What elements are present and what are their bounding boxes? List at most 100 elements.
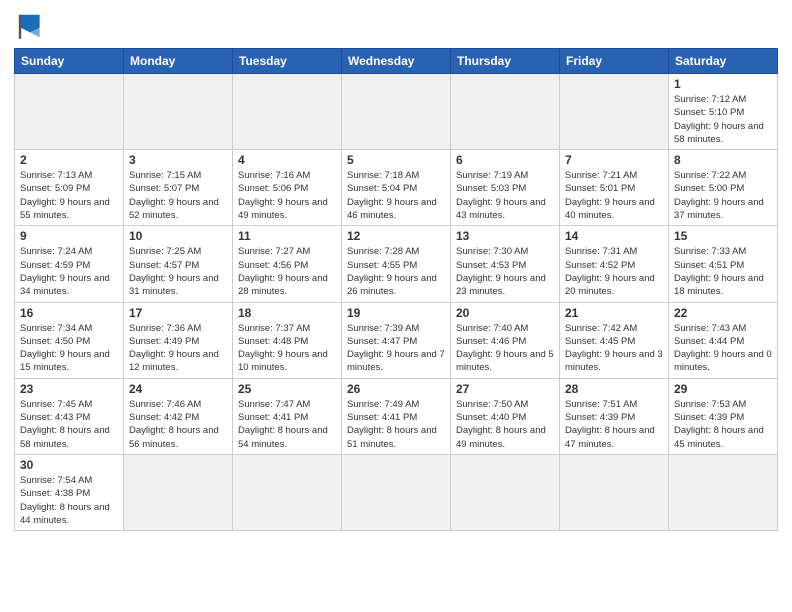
calendar-cell: 3 Sunrise: 7:15 AM Sunset: 5:07 PM Daylig… (124, 150, 233, 226)
calendar-cell: 1 Sunrise: 7:12 AM Sunset: 5:10 PM Daylig… (669, 74, 778, 150)
day-info: Sunrise: 7:42 AM Sunset: 4:45 PM Dayligh… (565, 322, 663, 375)
day-info: Sunrise: 7:18 AM Sunset: 5:04 PM Dayligh… (347, 169, 445, 222)
day-number: 3 (129, 153, 227, 167)
calendar-cell (560, 74, 669, 150)
day-info: Sunrise: 7:13 AM Sunset: 5:09 PM Dayligh… (20, 169, 118, 222)
calendar-cell: 18 Sunrise: 7:37 AM Sunset: 4:48 PM Dayli… (233, 302, 342, 378)
calendar-cell: 29 Sunrise: 7:53 AM Sunset: 4:39 PM Dayli… (669, 378, 778, 454)
calendar-cell: 6Sunrise: 7:19 AM Sunset: 5:03 PM Daylig… (451, 150, 560, 226)
calendar-cell (669, 454, 778, 530)
weekday-header-row: SundayMondayTuesdayWednesdayThursdayFrid… (15, 49, 778, 74)
calendar-cell: 22 Sunrise: 7:43 AM Sunset: 4:44 PM Dayli… (669, 302, 778, 378)
day-info: Sunrise: 7:34 AM Sunset: 4:50 PM Dayligh… (20, 322, 118, 375)
day-number: 27 (456, 382, 554, 396)
week-row-1: 2 Sunrise: 7:13 AM Sunset: 5:09 PM Daylig… (15, 150, 778, 226)
calendar-cell (15, 74, 124, 150)
week-row-3: 16Sunrise: 7:34 AM Sunset: 4:50 PM Dayli… (15, 302, 778, 378)
day-info: Sunrise: 7:28 AM Sunset: 4:55 PM Dayligh… (347, 245, 445, 298)
calendar-table: SundayMondayTuesdayWednesdayThursdayFrid… (14, 48, 778, 531)
day-info: Sunrise: 7:33 AM Sunset: 4:51 PM Dayligh… (674, 245, 772, 298)
day-info: Sunrise: 7:45 AM Sunset: 4:43 PM Dayligh… (20, 398, 118, 451)
day-info: Sunrise: 7:51 AM Sunset: 4:39 PM Dayligh… (565, 398, 663, 451)
day-number: 4 (238, 153, 336, 167)
calendar-cell: 23 Sunrise: 7:45 AM Sunset: 4:43 PM Dayli… (15, 378, 124, 454)
calendar-cell (233, 454, 342, 530)
calendar-cell: 27 Sunrise: 7:50 AM Sunset: 4:40 PM Dayli… (451, 378, 560, 454)
day-number: 13 (456, 229, 554, 243)
day-number: 19 (347, 306, 445, 320)
day-info: Sunrise: 7:24 AM Sunset: 4:59 PM Dayligh… (20, 245, 118, 298)
day-number: 7 (565, 153, 663, 167)
day-info: Sunrise: 7:15 AM Sunset: 5:07 PM Dayligh… (129, 169, 227, 222)
day-number: 22 (674, 306, 772, 320)
day-number: 20 (456, 306, 554, 320)
weekday-header-sunday: Sunday (15, 49, 124, 74)
calendar-cell: 19 Sunrise: 7:39 AM Sunset: 4:47 PM Dayli… (342, 302, 451, 378)
day-info: Sunrise: 7:16 AM Sunset: 5:06 PM Dayligh… (238, 169, 336, 222)
calendar-cell: 5 Sunrise: 7:18 AM Sunset: 5:04 PM Daylig… (342, 150, 451, 226)
calendar-cell: 10Sunrise: 7:25 AM Sunset: 4:57 PM Dayli… (124, 226, 233, 302)
day-number: 14 (565, 229, 663, 243)
logo-icon (14, 10, 46, 42)
day-info: Sunrise: 7:12 AM Sunset: 5:10 PM Dayligh… (674, 93, 772, 146)
calendar-cell (342, 74, 451, 150)
weekday-header-monday: Monday (124, 49, 233, 74)
calendar-cell: 13 Sunrise: 7:30 AM Sunset: 4:53 PM Dayli… (451, 226, 560, 302)
day-info: Sunrise: 7:46 AM Sunset: 4:42 PM Dayligh… (129, 398, 227, 451)
day-info: Sunrise: 7:22 AM Sunset: 5:00 PM Dayligh… (674, 169, 772, 222)
calendar-cell: 20 Sunrise: 7:40 AM Sunset: 4:46 PM Dayli… (451, 302, 560, 378)
page: SundayMondayTuesdayWednesdayThursdayFrid… (0, 0, 792, 541)
day-info: Sunrise: 7:25 AM Sunset: 4:57 PM Dayligh… (129, 245, 227, 298)
day-info: Sunrise: 7:30 AM Sunset: 4:53 PM Dayligh… (456, 245, 554, 298)
day-info: Sunrise: 7:21 AM Sunset: 5:01 PM Dayligh… (565, 169, 663, 222)
day-info: Sunrise: 7:54 AM Sunset: 4:38 PM Dayligh… (20, 474, 118, 527)
calendar-cell (451, 74, 560, 150)
calendar-cell: 17Sunrise: 7:36 AM Sunset: 4:49 PM Dayli… (124, 302, 233, 378)
day-number: 9 (20, 229, 118, 243)
day-number: 5 (347, 153, 445, 167)
day-number: 25 (238, 382, 336, 396)
day-info: Sunrise: 7:43 AM Sunset: 4:44 PM Dayligh… (674, 322, 772, 375)
day-number: 26 (347, 382, 445, 396)
calendar-cell: 4 Sunrise: 7:16 AM Sunset: 5:06 PM Daylig… (233, 150, 342, 226)
calendar-cell: 16Sunrise: 7:34 AM Sunset: 4:50 PM Dayli… (15, 302, 124, 378)
calendar-cell: 26 Sunrise: 7:49 AM Sunset: 4:41 PM Dayli… (342, 378, 451, 454)
calendar-cell: 14 Sunrise: 7:31 AM Sunset: 4:52 PM Dayli… (560, 226, 669, 302)
day-number: 18 (238, 306, 336, 320)
day-info: Sunrise: 7:40 AM Sunset: 4:46 PM Dayligh… (456, 322, 554, 375)
weekday-header-tuesday: Tuesday (233, 49, 342, 74)
calendar-cell: 28 Sunrise: 7:51 AM Sunset: 4:39 PM Dayli… (560, 378, 669, 454)
weekday-header-wednesday: Wednesday (342, 49, 451, 74)
logo (14, 10, 50, 42)
calendar-cell: 2 Sunrise: 7:13 AM Sunset: 5:09 PM Daylig… (15, 150, 124, 226)
day-number: 28 (565, 382, 663, 396)
calendar-cell (124, 454, 233, 530)
day-number: 17 (129, 306, 227, 320)
weekday-header-thursday: Thursday (451, 49, 560, 74)
day-info: Sunrise: 7:31 AM Sunset: 4:52 PM Dayligh… (565, 245, 663, 298)
calendar-cell: 9 Sunrise: 7:24 AM Sunset: 4:59 PM Daylig… (15, 226, 124, 302)
day-number: 12 (347, 229, 445, 243)
calendar-cell (342, 454, 451, 530)
calendar-cell: 7 Sunrise: 7:21 AM Sunset: 5:01 PM Daylig… (560, 150, 669, 226)
day-info: Sunrise: 7:53 AM Sunset: 4:39 PM Dayligh… (674, 398, 772, 451)
calendar-cell (124, 74, 233, 150)
week-row-4: 23 Sunrise: 7:45 AM Sunset: 4:43 PM Dayli… (15, 378, 778, 454)
calendar-cell (451, 454, 560, 530)
day-number: 24 (129, 382, 227, 396)
day-info: Sunrise: 7:37 AM Sunset: 4:48 PM Dayligh… (238, 322, 336, 375)
day-info: Sunrise: 7:27 AM Sunset: 4:56 PM Dayligh… (238, 245, 336, 298)
day-info: Sunrise: 7:50 AM Sunset: 4:40 PM Dayligh… (456, 398, 554, 451)
day-number: 1 (674, 77, 772, 91)
weekday-header-friday: Friday (560, 49, 669, 74)
day-number: 2 (20, 153, 118, 167)
day-info: Sunrise: 7:39 AM Sunset: 4:47 PM Dayligh… (347, 322, 445, 375)
calendar-cell (560, 454, 669, 530)
week-row-0: 1 Sunrise: 7:12 AM Sunset: 5:10 PM Daylig… (15, 74, 778, 150)
day-number: 23 (20, 382, 118, 396)
day-info: Sunrise: 7:49 AM Sunset: 4:41 PM Dayligh… (347, 398, 445, 451)
day-number: 21 (565, 306, 663, 320)
calendar-cell: 11Sunrise: 7:27 AM Sunset: 4:56 PM Dayli… (233, 226, 342, 302)
calendar-cell: 8Sunrise: 7:22 AM Sunset: 5:00 PM Daylig… (669, 150, 778, 226)
day-number: 29 (674, 382, 772, 396)
